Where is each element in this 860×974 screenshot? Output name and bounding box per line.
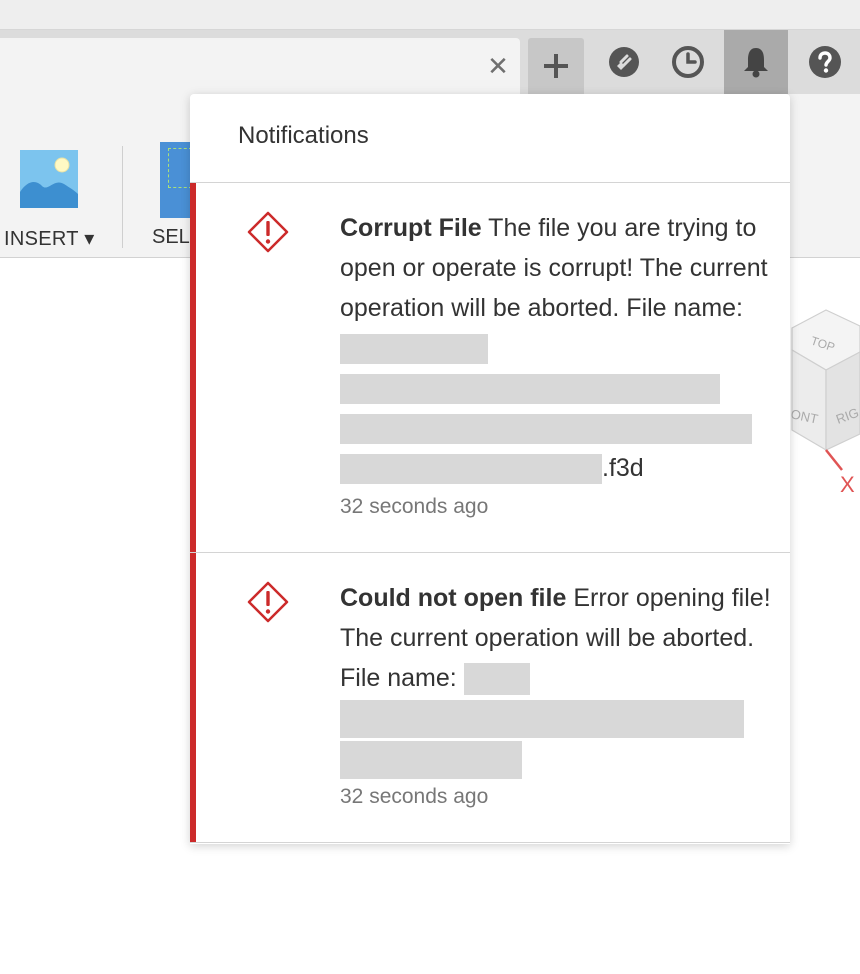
clock-icon	[672, 46, 704, 78]
file-extension: .f3d	[602, 454, 644, 482]
error-indicator-bar	[190, 553, 196, 843]
svg-text:X: X	[840, 472, 855, 497]
new-tab-button[interactable]	[528, 38, 584, 94]
notifications-button[interactable]	[724, 30, 788, 94]
redacted-filename	[463, 663, 530, 696]
insert-image-icon[interactable]	[20, 150, 78, 208]
plus-icon	[544, 54, 568, 78]
redacted-filename	[340, 700, 744, 739]
notification-message: Corrupt File The file you are trying to …	[340, 208, 772, 488]
redacted-filename	[340, 454, 602, 485]
warning-diamond-icon	[247, 211, 289, 253]
plug-icon	[609, 47, 639, 77]
question-icon	[809, 46, 841, 78]
title-strip	[0, 0, 860, 30]
notifications-panel: Notifications Corrupt File The file you …	[190, 94, 790, 844]
divider	[190, 182, 790, 183]
document-tab[interactable]	[0, 38, 520, 94]
help-button[interactable]	[790, 30, 860, 94]
panel-title: Notifications	[238, 122, 369, 149]
redacted-filename	[340, 374, 720, 405]
view-cube-icon[interactable]: TOP ONT RIG X	[780, 300, 860, 500]
notification-time: 32 seconds ago	[340, 785, 489, 808]
redacted-filename	[340, 334, 488, 365]
notification-title: Corrupt File	[340, 214, 482, 242]
bell-icon	[744, 48, 768, 78]
redacted-filename	[340, 414, 752, 445]
notification-message: Could not open file Error opening file! …	[340, 578, 772, 779]
warning-diamond-icon	[247, 581, 289, 623]
close-tab-icon[interactable]: ✕	[484, 50, 512, 82]
ribbon-divider	[122, 146, 123, 248]
divider	[190, 842, 790, 843]
extensions-button[interactable]	[592, 30, 656, 94]
notification-time: 32 seconds ago	[340, 495, 489, 518]
history-button[interactable]	[656, 30, 720, 94]
error-indicator-bar	[190, 183, 196, 552]
redacted-filename	[340, 740, 522, 779]
divider	[190, 552, 790, 553]
insert-menu[interactable]: INSERT ▾	[4, 226, 95, 251]
notification-title: Could not open file	[340, 584, 567, 612]
